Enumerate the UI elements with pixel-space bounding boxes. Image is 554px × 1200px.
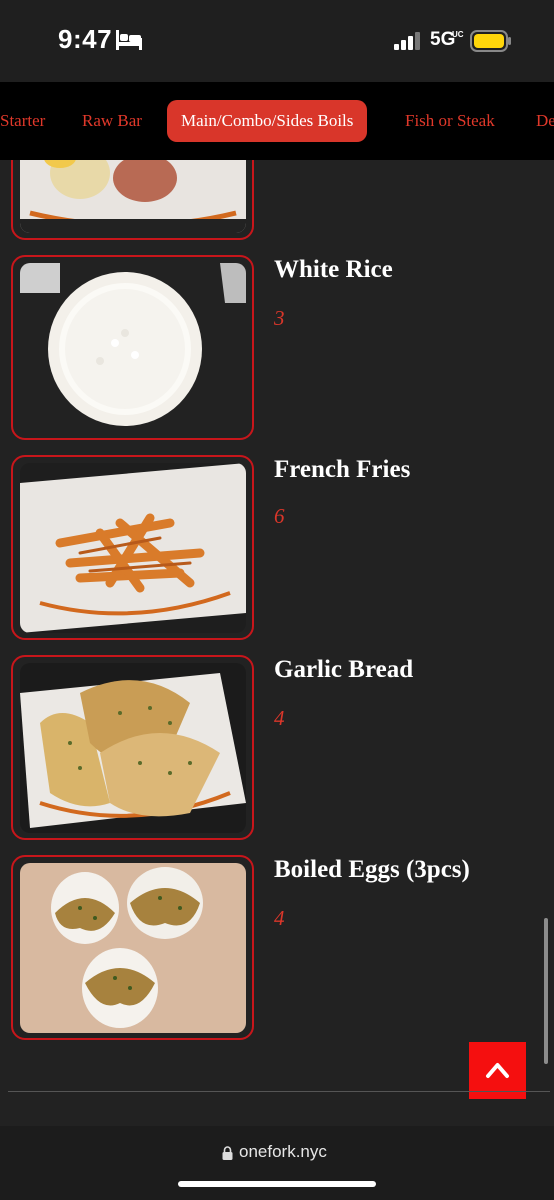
battery-icon xyxy=(470,30,511,52)
bed-icon xyxy=(116,30,142,50)
item-name: White Rice xyxy=(274,256,393,283)
footer-divider xyxy=(8,1091,550,1092)
menu-item-card[interactable] xyxy=(11,455,254,640)
tab-starter[interactable]: Starter xyxy=(0,100,59,142)
tab-desserts[interactable]: De xyxy=(522,100,554,142)
item-name: Boiled Eggs (3pcs) xyxy=(274,856,470,883)
menu-item-card[interactable] xyxy=(11,855,254,1040)
status-time: 9:47 xyxy=(58,24,113,54)
item-price: 4 xyxy=(274,906,285,930)
tab-raw-bar[interactable]: Raw Bar xyxy=(68,100,156,142)
url-text[interactable]: onefork.nyc xyxy=(239,1142,327,1162)
menu-item-card[interactable] xyxy=(11,655,254,840)
french-fries-photo xyxy=(20,463,246,633)
potato-basket-photo xyxy=(20,160,246,233)
item-price: 4 xyxy=(274,706,285,730)
home-indicator[interactable] xyxy=(178,1181,376,1187)
scrollbar[interactable] xyxy=(544,918,548,1064)
item-name: Garlic Bread xyxy=(274,656,414,683)
tab-main-combo-sides-boils[interactable]: Main/Combo/Sides Boils xyxy=(167,100,368,142)
network-subtype: UC xyxy=(452,30,464,39)
boiled-eggs-photo xyxy=(20,863,246,1033)
item-price: 6 xyxy=(274,504,285,528)
menu-item-card[interactable] xyxy=(11,255,254,440)
cellular-signal-icon xyxy=(394,32,420,50)
browser-address-bar[interactable]: onefork.nyc xyxy=(0,1126,554,1200)
menu-item-card[interactable] xyxy=(11,160,254,240)
item-name: French Fries xyxy=(274,456,411,483)
item-price: 3 xyxy=(274,306,285,330)
garlic-bread-photo xyxy=(20,663,246,833)
lock-icon xyxy=(222,1146,233,1160)
menu-list: White Rice 3 French Fries 6 Garlic Bread… xyxy=(0,160,554,1090)
chevron-up-icon xyxy=(486,1063,509,1078)
tab-fish-or-steak[interactable]: Fish or Steak xyxy=(391,100,509,142)
white-rice-photo xyxy=(20,263,246,433)
status-bar: 9:47 5G UC xyxy=(0,0,554,82)
category-nav: Starter Raw Bar Main/Combo/Sides Boils F… xyxy=(0,82,554,160)
